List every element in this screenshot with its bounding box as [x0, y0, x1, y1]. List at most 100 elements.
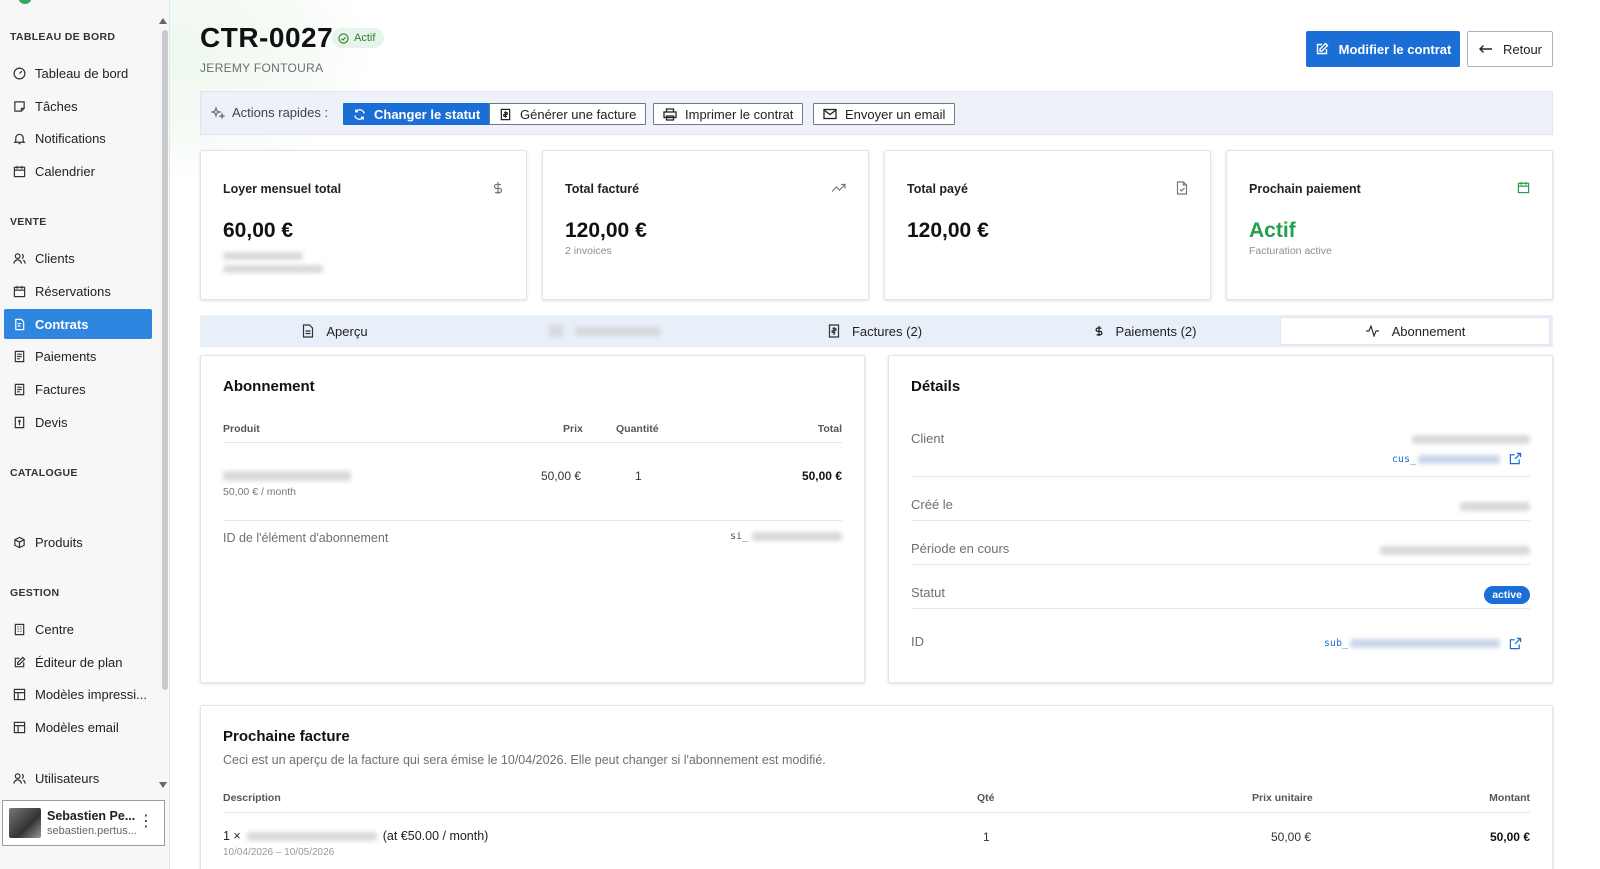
package-icon — [12, 535, 26, 549]
sidebar-item-quotes[interactable]: Devis — [4, 407, 152, 437]
contract-icon — [12, 317, 26, 331]
edit-icon — [12, 655, 26, 669]
printer-icon — [663, 107, 677, 121]
detail-label: Client — [911, 431, 945, 446]
check-circle-icon — [338, 32, 349, 44]
print-contract-button[interactable]: Imprimer le contrat — [653, 103, 804, 125]
divider — [911, 520, 1530, 521]
refresh-icon — [353, 108, 366, 121]
sidebar-item-label: Tâches — [35, 98, 78, 114]
column-header: Description — [223, 792, 281, 804]
user-card[interactable]: Sebastien Pe... sebastien.pertus... ⋮ — [2, 800, 165, 846]
logo — [18, 0, 32, 4]
sidebar-item-label: Modèles email — [35, 719, 119, 735]
next-invoice-card: Prochaine facture Ceci est un aperçu de … — [200, 705, 1553, 869]
gauge-icon — [12, 66, 26, 80]
tab-payments[interactable]: Paiements (2) — [1010, 317, 1280, 345]
status-badge: Actif — [332, 28, 385, 48]
sidebar-item-users[interactable]: Utilisateurs — [4, 763, 152, 793]
tab-redacted[interactable] — [470, 317, 740, 345]
section-title: Abonnement — [223, 378, 315, 395]
section-dashboard: TABLEAU DE BORD — [10, 31, 116, 43]
redacted-text — [752, 532, 842, 541]
divider — [911, 476, 1530, 477]
subscription-id-link[interactable]: sub_ — [1324, 638, 1500, 649]
dollar-icon — [492, 181, 504, 198]
document-icon — [302, 324, 314, 338]
section-title: Détails — [911, 378, 961, 395]
sidebar-item-label: Utilisateurs — [35, 770, 100, 786]
sidebar-item-notifications[interactable]: Notifications — [4, 123, 152, 153]
redacted-text — [1380, 543, 1530, 558]
change-status-button[interactable]: Changer le statut — [343, 103, 491, 125]
divider — [223, 812, 1530, 813]
item-id-label: ID de l'élément d'abonnement — [223, 531, 389, 545]
receipt-icon — [499, 108, 512, 121]
stat-card-total-paid: Total payé 120,00 € — [884, 150, 1211, 300]
sidebar-item-label: Factures — [35, 381, 86, 397]
sidebar-item-email-templates[interactable]: Modèles email — [4, 712, 152, 742]
send-email-button[interactable]: Envoyer un email — [813, 103, 956, 125]
template-icon — [12, 687, 26, 701]
calendar-icon — [12, 164, 26, 178]
detail-label: Créé le — [911, 497, 953, 512]
sidebar-scrollbar[interactable] — [162, 30, 168, 690]
receipt-icon — [12, 349, 26, 363]
back-button[interactable]: Retour — [1467, 31, 1553, 67]
sidebar-item-center[interactable]: Centre — [4, 614, 152, 644]
sidebar-item-invoices[interactable]: Factures — [4, 374, 152, 404]
client-id-link[interactable]: cus_ — [1392, 454, 1500, 465]
divider — [223, 442, 842, 443]
template-icon — [12, 720, 26, 734]
stat-card-next-payment: Prochain paiement Actif Facturation acti… — [1226, 150, 1553, 300]
stat-card-total-invoiced: Total facturé 120,00 € 2 invoices — [542, 150, 869, 300]
stat-value: Actif — [1249, 219, 1296, 242]
sidebar-item-payments[interactable]: Paiements — [4, 341, 152, 371]
redacted-text — [1460, 499, 1530, 514]
box-icon — [549, 325, 563, 337]
stat-value: 120,00 € — [565, 219, 647, 242]
generate-invoice-button[interactable]: Générer une facture — [489, 103, 647, 125]
invoice-line-qty: 1 — [983, 830, 990, 844]
column-header: Quantité — [616, 423, 659, 435]
tab-bar: Aperçu Factures (2) Paiements (2) Abonne… — [200, 315, 1553, 347]
stat-value: 120,00 € — [907, 219, 989, 242]
divider — [911, 608, 1530, 609]
scroll-up-arrow[interactable] — [159, 18, 167, 24]
external-link-icon[interactable] — [1509, 452, 1522, 465]
column-header: Qté — [977, 792, 995, 804]
status-badge: active — [1484, 586, 1530, 604]
invoice-line-description: 1 × (at €50.00 / month) — [223, 829, 489, 843]
user-name: Sebastien Pe... — [47, 809, 136, 823]
stat-sub: Facturation active — [1249, 245, 1332, 257]
sidebar-item-dashboard[interactable]: Tableau de bord — [4, 58, 152, 88]
sidebar-item-contracts[interactable]: Contrats — [4, 309, 152, 339]
task-icon — [12, 99, 26, 113]
edit-contract-button[interactable]: Modifier le contrat — [1306, 31, 1460, 67]
receipt-icon — [12, 382, 26, 396]
quote-icon — [12, 415, 26, 429]
bell-icon — [12, 131, 26, 145]
sidebar-item-reservations[interactable]: Réservations — [4, 276, 152, 306]
tab-subscription[interactable]: Abonnement — [1280, 317, 1550, 345]
sidebar-item-products[interactable]: Produits — [4, 527, 152, 557]
sidebar-item-calendar[interactable]: Calendrier — [4, 156, 152, 186]
sidebar-item-clients[interactable]: Clients — [4, 243, 152, 273]
avatar — [9, 808, 41, 838]
tab-overview[interactable]: Aperçu — [200, 317, 470, 345]
sidebar-item-plan-editor[interactable]: Éditeur de plan — [4, 647, 152, 677]
sidebar-item-tasks[interactable]: Tâches — [4, 91, 152, 121]
tab-invoices[interactable]: Factures (2) — [740, 317, 1010, 345]
external-link-icon[interactable] — [1509, 637, 1522, 650]
scroll-down-arrow[interactable] — [159, 782, 167, 788]
detail-label: ID — [911, 634, 924, 649]
section-management: GESTION — [10, 587, 60, 599]
sparkles-icon — [211, 105, 225, 120]
sidebar-item-label: Notifications — [35, 130, 106, 146]
users-icon — [12, 251, 26, 265]
edit-icon — [1315, 42, 1329, 56]
more-vertical-icon[interactable]: ⋮ — [138, 814, 154, 830]
sidebar-item-label: Éditeur de plan — [35, 654, 123, 670]
stat-value: 60,00 € — [223, 219, 294, 242]
sidebar-item-print-templates[interactable]: Modèles impressi... — [4, 679, 152, 709]
